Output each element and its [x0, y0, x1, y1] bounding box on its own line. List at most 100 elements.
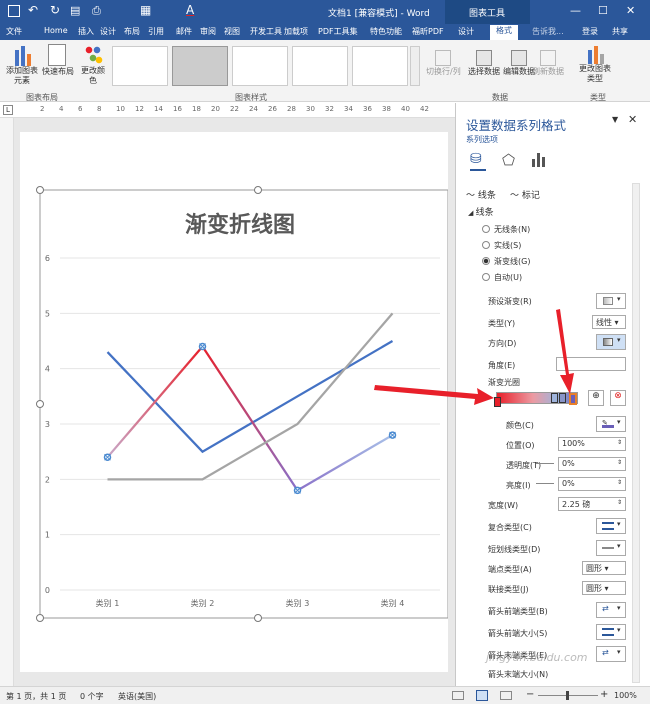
brightness-slider[interactable] [536, 483, 554, 484]
pane-dropdown-icon[interactable]: ▼ [612, 115, 618, 124]
menu-tab-11[interactable]: PDF工具集 [318, 26, 358, 37]
share-button[interactable]: 共享 [612, 26, 628, 37]
resize-handle[interactable] [36, 614, 44, 622]
radio-auto[interactable] [482, 273, 490, 281]
chart-frame[interactable] [39, 189, 448, 619]
color-button[interactable]: ✎ ▾ [596, 416, 626, 432]
redo-icon[interactable]: ↻ [50, 3, 60, 17]
gradient-stop-2[interactable] [551, 393, 558, 403]
chart-style-5[interactable] [352, 46, 408, 86]
tell-me-search[interactable]: 告诉我... [532, 26, 564, 37]
menu-tab-3[interactable]: 设计 [100, 26, 116, 37]
pentagon-icon[interactable]: ⬠ [502, 151, 515, 169]
horizontal-ruler[interactable]: L 2 4 6 8 10 12 14 16 18 20 22 24 26 28 30 32 34 36 38 40 42 [0, 103, 455, 118]
radio-no-line[interactable] [482, 225, 490, 233]
arrow-end-type-button[interactable]: ⇄ ▾ [596, 646, 626, 662]
compound-button[interactable]: ▾ [596, 518, 626, 534]
menu-tab-5[interactable]: 引用 [148, 26, 164, 37]
menu-tab-13[interactable]: 福昕PDF [412, 26, 444, 37]
bar-chart-icon[interactable] [532, 153, 546, 167]
word-count[interactable]: 0 个字 [80, 691, 104, 702]
menu-tab-4[interactable]: 布局 [124, 26, 140, 37]
zoom-level[interactable]: 100% [614, 691, 637, 700]
language[interactable]: 英语(美国) [118, 691, 156, 702]
gradient-stop-1[interactable] [494, 397, 501, 407]
resize-handle[interactable] [36, 186, 44, 194]
menu-tab-15[interactable]: 格式 [490, 25, 518, 40]
page-count[interactable]: 第 1 页，共 1 页 [6, 691, 66, 702]
zoom-thumb[interactable] [566, 691, 569, 700]
series-point[interactable] [103, 453, 112, 461]
select-data-button[interactable]: 选择数据 [468, 50, 500, 77]
quick-layout-button[interactable]: 快速布局 [42, 44, 74, 77]
series-point[interactable] [198, 342, 207, 351]
gradient-stop-4[interactable] [569, 393, 577, 405]
pane-scrollbar[interactable] [632, 183, 640, 683]
maximize-button[interactable]: ☐ [598, 4, 608, 17]
join-select[interactable]: 圆形 ▾ [582, 581, 626, 595]
menu-tab-1[interactable]: Home [44, 26, 68, 35]
dash-button[interactable]: ▾ [596, 540, 626, 556]
add-chart-element-button[interactable]: 添加图表元素 [4, 44, 40, 86]
tab-marker[interactable]: 〜 标记 [510, 188, 540, 201]
direction-button[interactable]: ▾ [596, 334, 626, 350]
print-icon[interactable]: ⎙ [92, 4, 101, 18]
resize-handle[interactable] [254, 614, 262, 622]
undo-icon[interactable]: ↶ [28, 3, 38, 17]
radio-solid-line[interactable] [482, 241, 490, 249]
paint-bucket-icon[interactable]: ⛁ [470, 151, 486, 171]
zoom-out-icon[interactable]: − [526, 689, 534, 700]
chart-title[interactable]: 渐变折线图 [185, 212, 295, 238]
position-spinner[interactable]: 100% ⇕ [558, 437, 626, 451]
series-options-dropdown[interactable]: 系列选项 [466, 134, 498, 145]
chart-style-2[interactable] [172, 46, 228, 86]
remove-stop-icon[interactable]: ⊗ [610, 390, 626, 406]
open-icon[interactable]: ▤ [70, 4, 80, 17]
resize-handle[interactable] [254, 186, 262, 194]
chart-style-3[interactable] [232, 46, 288, 86]
add-stop-icon[interactable]: ⊕ [588, 390, 604, 406]
change-colors-button[interactable]: 更改颜色 [80, 44, 106, 86]
menu-tab-2[interactable]: 插入 [78, 26, 94, 37]
login-link[interactable]: 登录 [582, 26, 598, 37]
chart-style-4[interactable] [292, 46, 348, 86]
minimize-button[interactable]: — [570, 4, 581, 17]
series-point[interactable] [293, 486, 302, 495]
menu-tab-7[interactable]: 审阅 [200, 26, 216, 37]
tab-line[interactable]: 〜 线条 [466, 188, 496, 201]
series-line-2[interactable] [106, 344, 394, 492]
chart-style-1[interactable] [112, 46, 168, 86]
web-layout-icon[interactable] [500, 691, 512, 700]
series-line-1[interactable] [106, 340, 394, 454]
close-button[interactable]: ✕ [626, 4, 635, 17]
brightness-spinner[interactable]: 0% ⇕ [558, 477, 626, 491]
menu-tab-10[interactable]: 加载项 [284, 26, 308, 37]
transparency-slider[interactable] [536, 463, 554, 464]
menu-tab-8[interactable]: 视图 [224, 26, 240, 37]
transparency-spinner[interactable]: 0% ⇕ [558, 457, 626, 471]
angle-input[interactable] [556, 357, 626, 371]
radio-gradient-line[interactable] [482, 257, 490, 265]
print-layout-icon[interactable] [476, 690, 488, 701]
arrow-begin-size-button[interactable]: ▾ [596, 624, 626, 640]
layout-icon[interactable]: ▦ [140, 3, 151, 17]
arrow-begin-type-button[interactable]: ⇄ ▾ [596, 602, 626, 618]
save-icon[interactable] [8, 5, 20, 17]
tab-stop-icon[interactable]: L [3, 105, 13, 115]
line-chart[interactable]: 渐变折线图 0 1 2 3 4 5 6 类别 1 类别 2 类别 3 类别 4 [20, 132, 448, 672]
zoom-in-icon[interactable]: + [600, 689, 608, 700]
gallery-scroll[interactable] [410, 46, 420, 86]
edit-data-button[interactable]: 编辑数据 [503, 50, 535, 77]
font-color-icon[interactable]: A [186, 3, 194, 17]
cap-select[interactable]: 圆形 ▾ [582, 561, 626, 575]
vertical-ruler[interactable] [0, 118, 14, 686]
switch-rowcol-button[interactable]: 切换行/列 [426, 50, 461, 77]
gradient-stop-3[interactable] [559, 393, 566, 403]
menu-tab-14[interactable]: 设计 [458, 26, 474, 37]
preset-gradient-button[interactable]: ▾ [596, 293, 626, 309]
menu-tab-9[interactable]: 开发工具 [250, 26, 282, 37]
refresh-data-button[interactable]: 刷新数据 [532, 50, 564, 77]
section-line-header[interactable]: ◢ 线条 [468, 205, 494, 218]
document-page[interactable]: 渐变折线图 0 1 2 3 4 5 6 类别 1 类别 2 类别 3 类别 4 [20, 132, 448, 672]
read-mode-icon[interactable] [452, 691, 464, 700]
